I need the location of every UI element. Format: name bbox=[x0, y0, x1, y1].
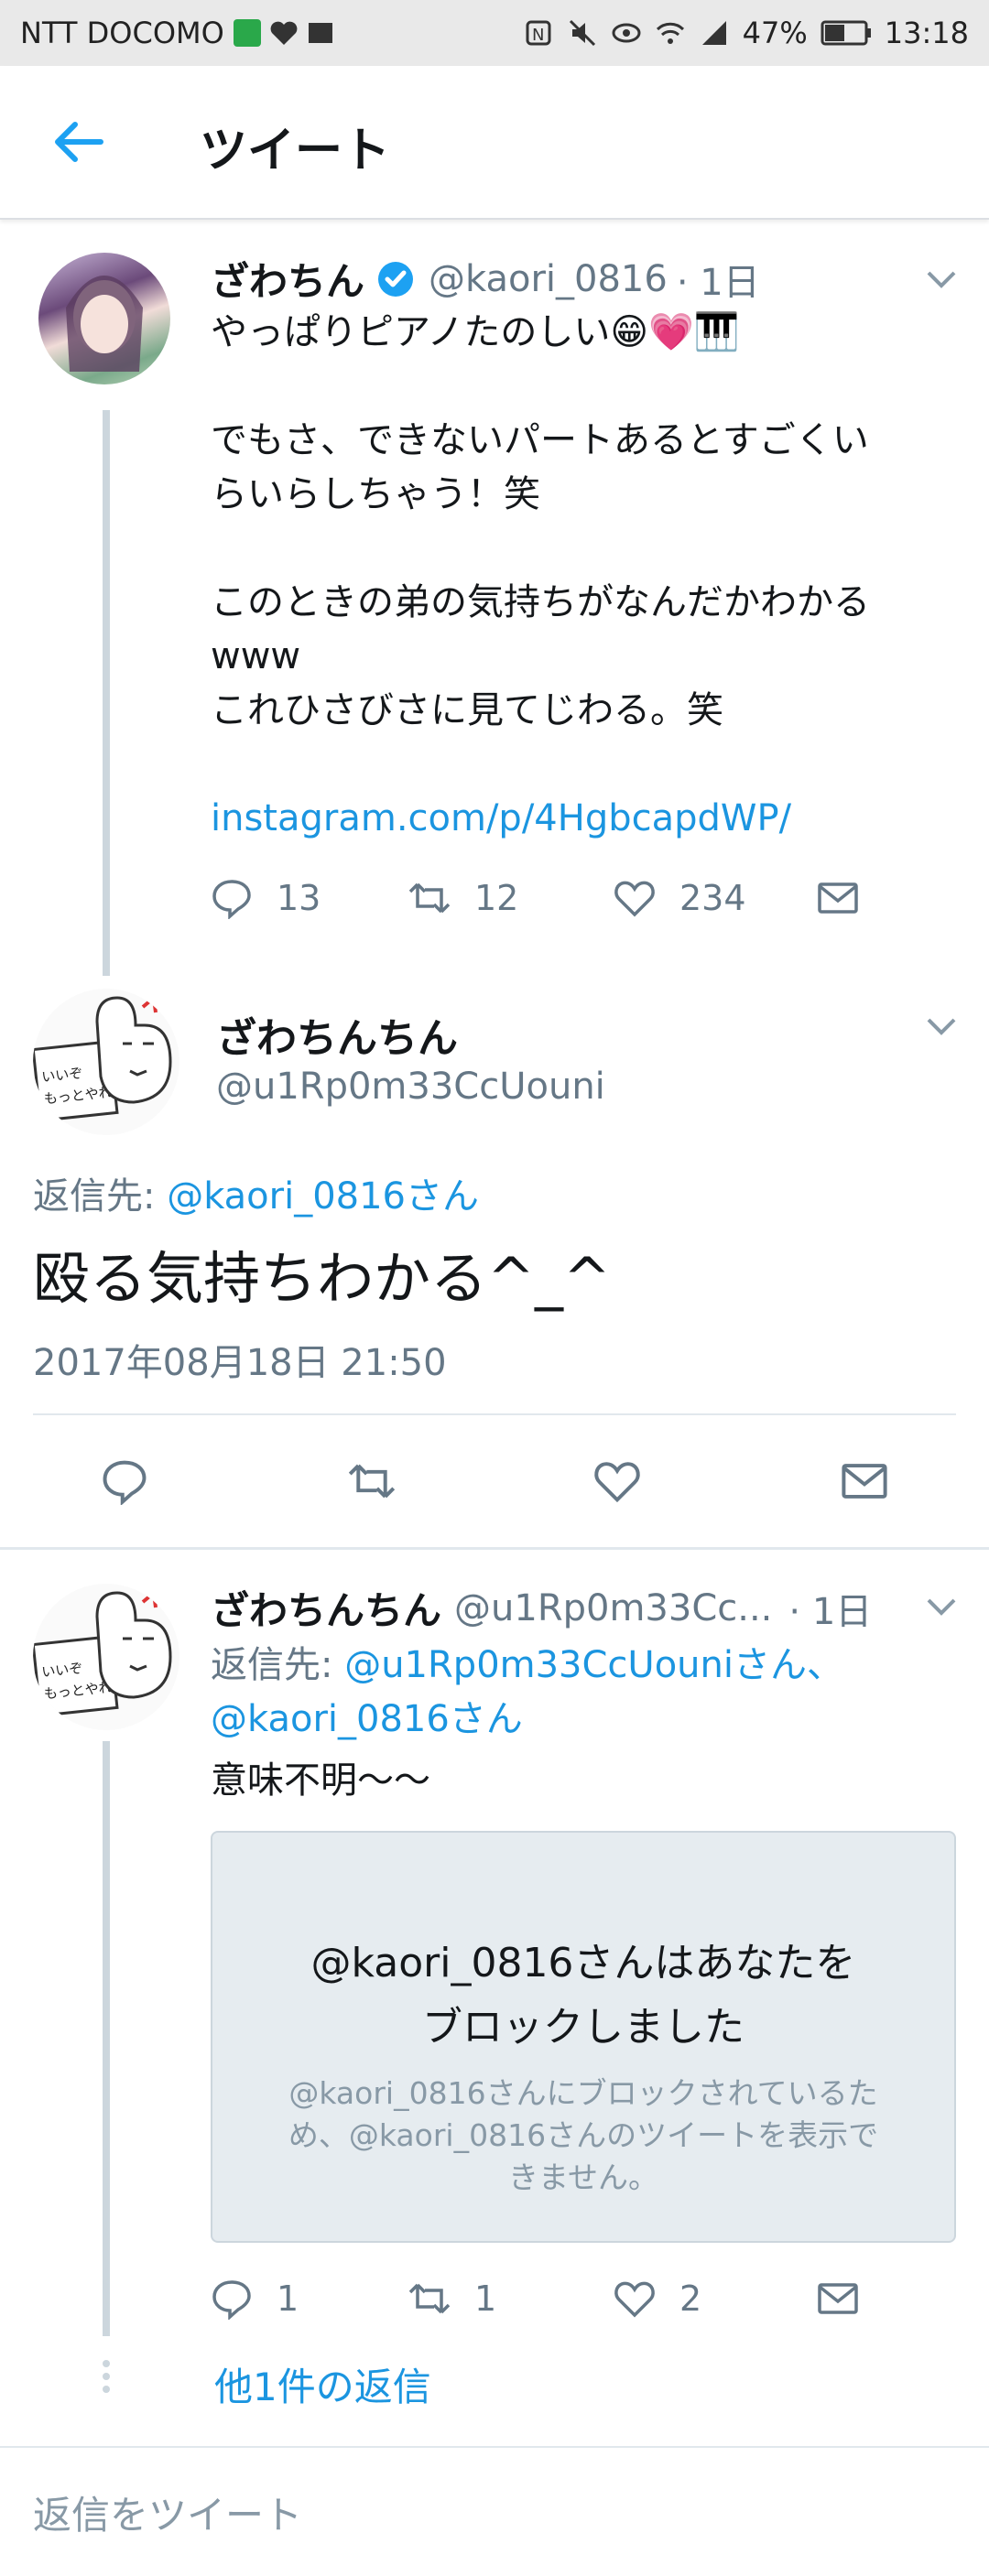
divider bbox=[33, 1413, 956, 1415]
reply-icon bbox=[212, 2280, 251, 2320]
profile-photo-icon bbox=[66, 276, 143, 372]
author-handle[interactable]: @kaori_0816 bbox=[429, 258, 668, 300]
author-name[interactable]: ざわちんちん bbox=[211, 1580, 441, 1636]
like-count: 2 bbox=[679, 2278, 702, 2319]
retweet-button[interactable]: 1 bbox=[408, 2278, 496, 2320]
author-handle[interactable]: @u1Rp0m33CcUouni bbox=[216, 1066, 605, 1108]
battery-icon bbox=[821, 20, 871, 46]
svg-text:N: N bbox=[532, 26, 544, 45]
reply-to: 返信先: @kaori_0816さん bbox=[33, 1175, 480, 1218]
eye-icon bbox=[612, 23, 641, 43]
blocked-title: @kaori_0816さんはあなたを ブロックしました bbox=[310, 1940, 856, 2051]
chevron-down-icon[interactable] bbox=[923, 1593, 960, 1620]
reply-button[interactable]: 1 bbox=[211, 2278, 299, 2320]
reply-to: 返信先: @u1Rp0m33CcUouniさん、 @kaori_0816さん bbox=[211, 1639, 843, 1747]
envelope-icon[interactable] bbox=[841, 1457, 888, 1505]
more-replies-link[interactable]: 他1件の返信 bbox=[214, 2356, 431, 2412]
more-dots-icon bbox=[103, 2360, 110, 2393]
tweet-time: · 1日 bbox=[788, 1590, 873, 1633]
reply-to-link[interactable]: @u1Rp0m33CcUouniさん、 bbox=[344, 1644, 843, 1686]
page-title: ツイート bbox=[200, 124, 391, 179]
like-count: 234 bbox=[679, 878, 746, 918]
back-arrow-icon[interactable] bbox=[48, 110, 112, 174]
envelope-icon bbox=[818, 882, 858, 914]
reply-count: 1 bbox=[277, 2278, 299, 2319]
verified-badge-icon bbox=[378, 261, 414, 297]
reply-icon bbox=[212, 880, 251, 919]
heart-icon bbox=[614, 881, 655, 917]
retweet-icon bbox=[408, 882, 451, 914]
heart-rate-icon bbox=[270, 21, 298, 45]
avatar[interactable]: いいぞ もっとやれ bbox=[33, 1584, 179, 1730]
retweet-icon[interactable] bbox=[346, 1457, 397, 1505]
tweet-text: やっぱりピアノたのしい😁💗🎹 でもさ、できないパートあるとすごくい らいらしちゃ… bbox=[211, 306, 962, 846]
reply-bar-divider bbox=[0, 2446, 989, 2448]
battery-percent: 47% bbox=[742, 16, 808, 50]
retweet-count: 12 bbox=[474, 878, 519, 918]
tweet-time: · 1日 bbox=[676, 261, 760, 304]
like-button[interactable]: 2 bbox=[614, 2278, 701, 2320]
heart-icon[interactable] bbox=[593, 1457, 641, 1505]
author-handle[interactable]: @u1Rp0m33Cc... bbox=[454, 1587, 772, 1629]
retweet-icon bbox=[408, 2283, 451, 2314]
author-name[interactable]: ざわちん bbox=[211, 251, 364, 307]
section-divider bbox=[0, 1547, 989, 1550]
instagram-link[interactable]: instagram.com/p/4HgbcapdWP/ bbox=[211, 792, 962, 846]
blocked-description: @kaori_0816さんにブロックされているた め、@kaori_0816さん… bbox=[288, 2075, 879, 2195]
reply-input[interactable]: 返信をツイート bbox=[33, 2484, 302, 2540]
wifi-icon bbox=[656, 22, 684, 44]
reply-to-link[interactable]: @kaori_0816さん bbox=[167, 1175, 479, 1218]
signal-icon bbox=[701, 21, 726, 45]
retweet-count: 1 bbox=[474, 2278, 497, 2319]
avatar[interactable]: いいぞ もっとやれ bbox=[33, 989, 179, 1135]
chevron-down-icon[interactable] bbox=[923, 265, 960, 293]
reply-button[interactable]: 13 bbox=[211, 877, 321, 919]
envelope-icon bbox=[818, 2283, 858, 2314]
author-name[interactable]: ざわちんちん bbox=[216, 1005, 458, 1064]
status-bar: NTT DOCOMO N 47% 13:18 bbox=[0, 0, 989, 66]
tweet-text: 殴る気持ちわかる^_^ bbox=[33, 1245, 611, 1312]
mute-icon bbox=[569, 19, 595, 47]
reply-count: 13 bbox=[277, 878, 321, 918]
doodle-face-icon: いいぞもっとやれ bbox=[33, 1589, 172, 1717]
nfc-icon: N bbox=[526, 20, 551, 46]
tweet-timestamp[interactable]: 2017年08月18日 21:50 bbox=[33, 1333, 447, 1386]
app-bar: ツイート bbox=[0, 66, 989, 220]
reply-icon[interactable] bbox=[101, 1457, 148, 1505]
reply-to-link[interactable]: @kaori_0816さん bbox=[211, 1693, 843, 1747]
news-icon bbox=[308, 23, 332, 43]
dm-share-button[interactable] bbox=[817, 2278, 883, 2320]
heart-icon bbox=[614, 2281, 655, 2318]
clock: 13:18 bbox=[884, 16, 969, 50]
avatar[interactable] bbox=[38, 253, 170, 384]
thread-line bbox=[103, 1741, 110, 2336]
dm-share-button[interactable] bbox=[817, 877, 883, 919]
blocked-notice-card: @kaori_0816さんはあなたを ブロックしました @kaori_0816さ… bbox=[211, 1831, 956, 2243]
doodle-face-icon: いいぞもっとやれ bbox=[33, 994, 172, 1122]
carrier-label: NTT DOCOMO bbox=[20, 16, 224, 50]
thread-line bbox=[103, 410, 110, 976]
chevron-down-icon[interactable] bbox=[923, 1012, 960, 1040]
like-button[interactable]: 234 bbox=[614, 877, 746, 919]
app-icon bbox=[233, 19, 261, 47]
retweet-button[interactable]: 12 bbox=[408, 877, 518, 919]
tweet-text: 意味不明〜〜 bbox=[211, 1759, 430, 1802]
